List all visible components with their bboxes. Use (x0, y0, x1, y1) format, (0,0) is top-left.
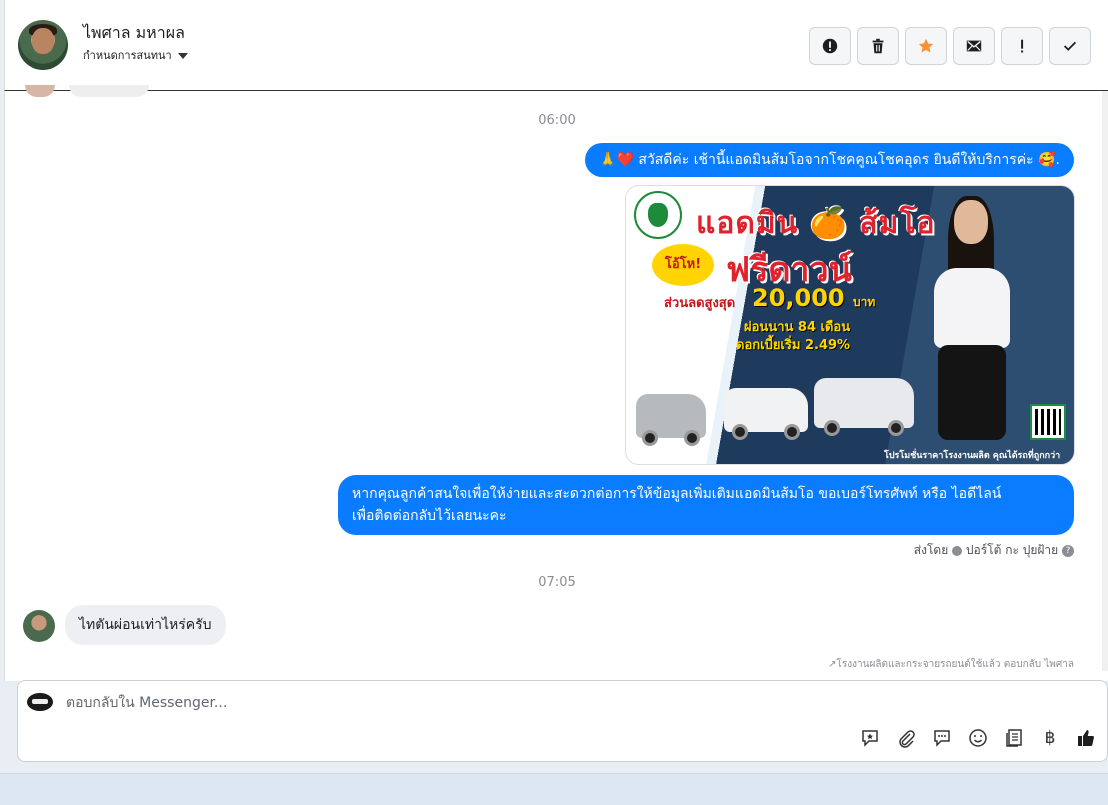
followup-line-1: หากคุณลูกค้าสนใจเพื่อให้ง่ายและสะดวกต่อก… (352, 486, 1002, 502)
timestamp: 07:05 (538, 575, 576, 590)
baht-icon: ฿ (1044, 728, 1056, 748)
promo-footer: โปรโมชั่นราคาโรงงานผลิต คุณได้รถที่ถูกกว… (884, 451, 1061, 461)
emoji-icon (969, 729, 987, 747)
emoji-button[interactable] (967, 727, 989, 749)
qr-code (1030, 404, 1066, 440)
outgoing-message-followup[interactable]: หากคุณลูกค้าสนใจเพื่อให้ง่ายและสะดวกต่อก… (338, 475, 1074, 535)
car-sedan-image (636, 394, 706, 446)
like-button[interactable] (1075, 727, 1097, 749)
promo-interest: ดอกเบี้ยเริ่ม 2.49% (736, 338, 851, 353)
trash-icon (872, 38, 884, 54)
delete-button[interactable] (857, 27, 899, 65)
promo-price-unit: บาท (852, 295, 876, 309)
timestamp: 06:00 (538, 113, 576, 128)
attach-icon (899, 730, 915, 748)
conversation-toolbar (809, 27, 1091, 65)
promo-title: แอดมิน 🍊 ส้มโอ (696, 206, 936, 241)
saved-reply-icon (862, 730, 878, 747)
inbox-page: ไพศาล มหาผล กำหนดการสนทนา 06:00 🙏❤️ สวัส… (0, 0, 1108, 805)
attach-button[interactable] (895, 727, 917, 749)
message-composer: ฿ (17, 680, 1108, 762)
follow-up-icon (1021, 39, 1024, 53)
spam-icon (822, 38, 838, 54)
saved-reply-button[interactable] (859, 727, 881, 749)
star-button[interactable] (905, 27, 947, 65)
catalog-button[interactable] (1003, 727, 1025, 749)
promo-discount-label: ส่วนลดสูงสุด (664, 296, 736, 311)
incoming-message[interactable]: ไทตันผ่อนเท่าไหร่ครับ (65, 605, 226, 645)
reply-source-note: ↗โรงงานผลิตและกระจายรถยนต์ใช้แล้ว ตอบกลั… (828, 659, 1074, 670)
help-icon[interactable]: ? (1062, 544, 1074, 557)
window-bottom-bar (0, 773, 1108, 805)
sent-by-name[interactable]: ปอร์โต้ กะ ปุยฝ้าย (966, 543, 1058, 557)
previous-message-avatar (25, 85, 55, 97)
dealer-logo (634, 191, 682, 239)
promo-price-value: 20,000 (752, 284, 845, 312)
followup-line-2: เพื่อติดต่อกลับไว้เลยนะคะ (352, 508, 507, 524)
catalog-icon (1006, 729, 1022, 747)
sent-by-info: ส่งโดย ปอร์โต้ กะ ปุยฝ้าย ? (914, 541, 1074, 560)
outgoing-message-greeting[interactable]: 🙏❤️ สวัสดีค่ะ เช้านี้แอดมินส้มโอจากโชคคู… (585, 143, 1074, 177)
promo-image[interactable]: แอดมิน 🍊 ส้มโอ โอ้โห! ฟรีดาวน์ ส่วนลดสูง… (625, 185, 1075, 465)
contact-avatar[interactable] (18, 20, 68, 70)
incoming-avatar[interactable] (23, 610, 55, 642)
mark-done-button[interactable] (1049, 27, 1091, 65)
quick-reply-button[interactable] (931, 727, 953, 749)
page-avatar (27, 693, 53, 711)
assign-conversation-dropdown[interactable]: กำหนดการสนทนา (83, 46, 188, 64)
mark-unread-button[interactable] (953, 27, 995, 65)
presenter-photo (916, 196, 1026, 450)
car-pickup-image (724, 388, 808, 440)
star-icon (918, 38, 934, 53)
promo-burst: โอ้โห! (652, 244, 714, 286)
mail-icon (966, 40, 982, 52)
contact-name[interactable]: ไพศาล มหาผล (83, 21, 185, 46)
mark-spam-button[interactable] (809, 27, 851, 65)
caret-down-icon (177, 53, 188, 59)
check-icon (1063, 41, 1077, 51)
sent-by-prefix: ส่งโดย (913, 543, 949, 557)
car-truck-image (814, 378, 914, 436)
promo-discount-amount: 20,000 บาท (752, 284, 875, 312)
chat-bubbles-icon (934, 730, 950, 747)
avatar-face (32, 28, 54, 54)
assign-label: กำหนดการสนทนา (83, 49, 172, 62)
reply-input[interactable] (66, 691, 766, 715)
payment-button[interactable]: ฿ (1039, 727, 1061, 749)
sender-avatar-icon (952, 545, 963, 556)
conversation-header: ไพศาล มหาผล กำหนดการสนทนา (4, 0, 1108, 91)
follow-up-button[interactable] (1001, 27, 1043, 65)
previous-message-bubble (69, 85, 149, 97)
composer-tools: ฿ (859, 727, 1097, 749)
like-icon (1078, 730, 1094, 746)
message-thread: 06:00 🙏❤️ สวัสดีค่ะ เช้านี้แอดมินส้มโอจา… (4, 85, 1108, 681)
